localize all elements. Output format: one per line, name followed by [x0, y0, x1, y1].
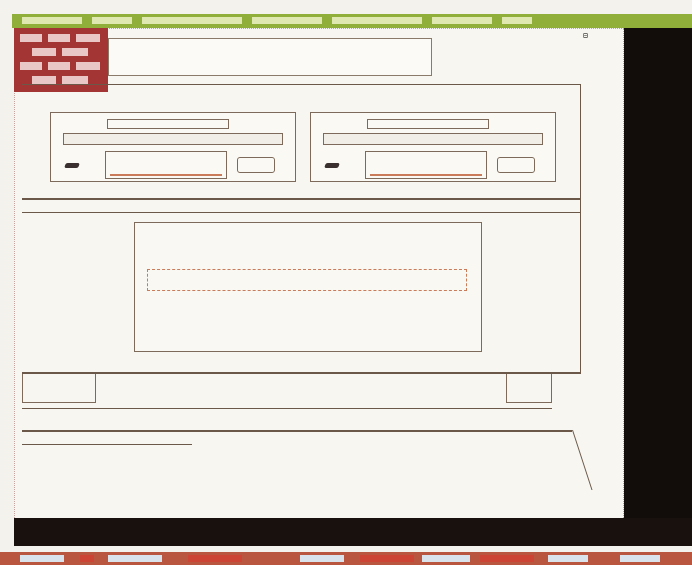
screen: ⊟ — [0, 0, 692, 565]
drive-slot — [323, 133, 543, 145]
keyboard-top-edge — [22, 430, 572, 432]
case-foot-right — [506, 374, 552, 403]
drive-slot-tab — [367, 119, 489, 129]
taskbar-item[interactable] — [480, 555, 534, 562]
drive-led-icon — [324, 163, 340, 168]
eject-button — [237, 157, 275, 173]
eject-button — [497, 157, 535, 173]
drive-led-icon — [64, 163, 80, 168]
taskbar-item[interactable] — [360, 555, 414, 562]
floppy-drive-left — [50, 112, 296, 182]
brick-logo-icon[interactable] — [14, 28, 108, 92]
drive-slot — [63, 133, 283, 145]
taskbar-item[interactable] — [108, 555, 162, 562]
titlebar-segment — [22, 17, 82, 24]
drive-slot-tab — [107, 119, 229, 129]
taskbar-item[interactable] — [300, 555, 344, 562]
bay-slot — [147, 269, 467, 291]
taskbar-item[interactable] — [620, 555, 660, 562]
taskbar-item[interactable] — [80, 555, 94, 562]
drawing-header-box — [108, 38, 432, 76]
case-divider — [22, 198, 580, 200]
case-divider — [22, 212, 580, 213]
taskbar — [0, 552, 692, 565]
drive-bay — [134, 222, 482, 352]
desk-line — [22, 408, 552, 409]
console-panel — [14, 518, 692, 546]
floppy-drive-right — [310, 112, 556, 182]
taskbar-item[interactable] — [548, 555, 588, 562]
titlebar-segment — [502, 17, 532, 24]
taskbar-item[interactable] — [422, 555, 470, 562]
titlebar-segment — [142, 17, 242, 24]
window-titlebar[interactable] — [12, 14, 692, 28]
titlebar-segment — [92, 17, 132, 24]
window-resize-icon[interactable]: ⊟ — [583, 32, 603, 40]
titlebar-segment — [252, 17, 322, 24]
titlebar-segment — [332, 17, 422, 24]
drive-label-area — [365, 151, 487, 179]
keyboard-inner-line — [22, 444, 192, 445]
drive-label-area — [105, 151, 227, 179]
case-top-line — [22, 84, 580, 85]
taskbar-item[interactable] — [188, 555, 242, 562]
case-foot-left — [22, 374, 96, 403]
titlebar-segment — [432, 17, 492, 24]
desktop-background — [622, 28, 692, 533]
case-right-edge — [580, 84, 581, 374]
taskbar-item[interactable] — [20, 555, 64, 562]
case-bottom-line — [22, 372, 580, 374]
